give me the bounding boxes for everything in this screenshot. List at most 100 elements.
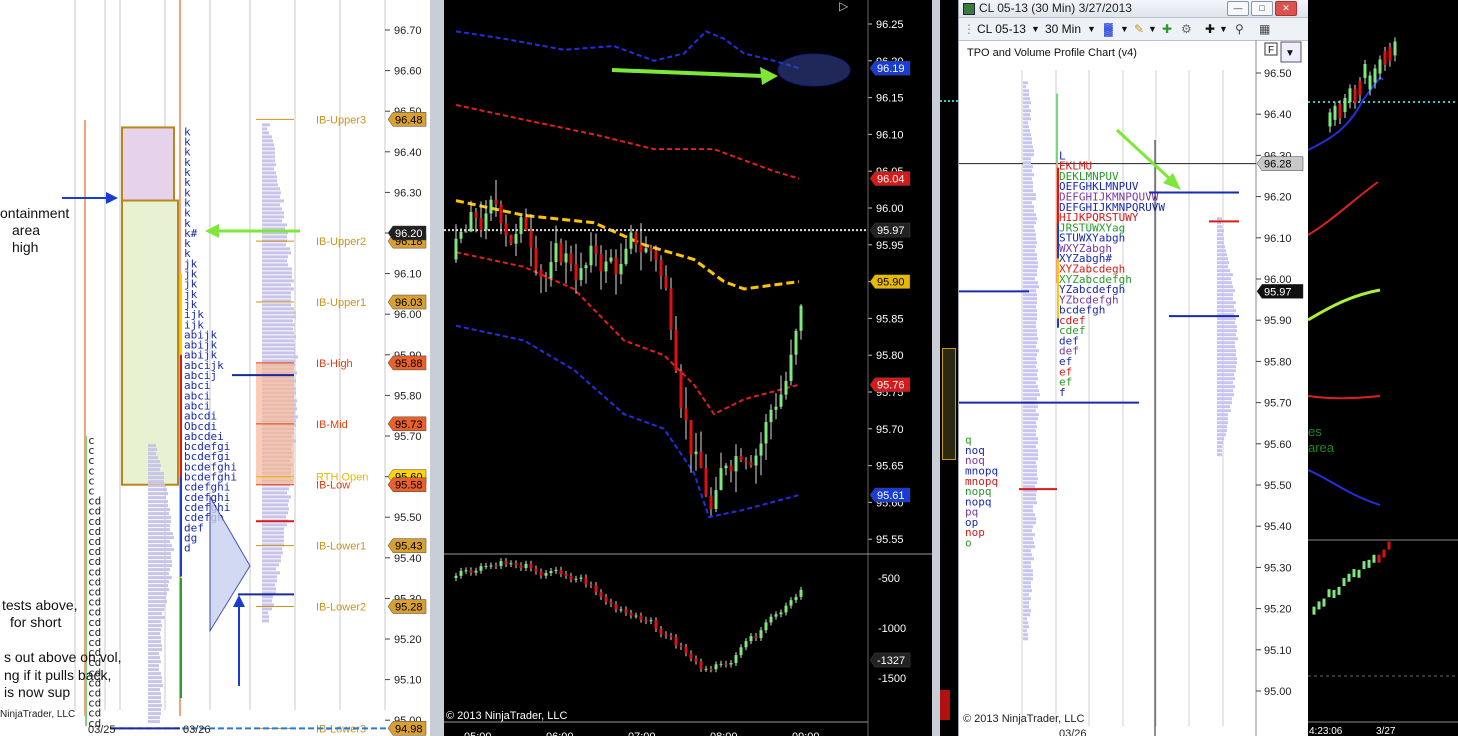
indicator-body bbox=[694, 658, 698, 662]
add-indicator-icon[interactable]: ✚ bbox=[1162, 18, 1172, 40]
volume-bar bbox=[1217, 373, 1234, 377]
volume-bar bbox=[1023, 213, 1036, 217]
tpo-volume-profile-chart[interactable]: TPO and Volume Profile Chart (v4) F ▼ 96.50… bbox=[959, 40, 1309, 736]
candle-body bbox=[594, 245, 598, 254]
volume-bar bbox=[1217, 321, 1235, 325]
indicator-body bbox=[1347, 573, 1351, 582]
volume-bar bbox=[1023, 545, 1035, 549]
right-chart-panel[interactable]: es area 4:23:06 3/27 bbox=[1308, 0, 1458, 736]
indicator-body bbox=[584, 577, 588, 585]
volume-bar bbox=[1023, 389, 1039, 393]
volume-bar bbox=[262, 515, 286, 519]
properties-icon[interactable]: ▦ bbox=[1259, 18, 1270, 40]
level-tag: 95.73 bbox=[395, 419, 423, 431]
volume-bar bbox=[148, 580, 169, 584]
volume-bar bbox=[148, 600, 167, 604]
window-title-bar[interactable]: CL 05-13 (30 Min) 3/27/2013 — □ ✕ bbox=[959, 0, 1309, 18]
volume-bar bbox=[1217, 249, 1226, 253]
minimize-button[interactable]: — bbox=[1227, 1, 1249, 16]
annotation-text: s out above on vol, bbox=[4, 649, 122, 665]
candle-body bbox=[584, 265, 588, 269]
volume-bar bbox=[1023, 217, 1037, 221]
interval-selector[interactable]: 30 Min bbox=[1045, 18, 1081, 40]
crosshair-icon[interactable]: ✚ bbox=[1205, 18, 1215, 40]
volume-bar bbox=[148, 576, 172, 580]
volume-bar bbox=[1023, 533, 1035, 537]
instrument-selector[interactable]: CL 05-13 bbox=[977, 18, 1026, 40]
left-tpo-chart[interactable]: 96.7096.6096.5096.4096.3096.2096.1096.00… bbox=[0, 0, 430, 736]
level-label-ib-low: IB-Low bbox=[316, 480, 350, 492]
candle-body bbox=[514, 233, 518, 244]
level-tag: 96.03 bbox=[395, 297, 423, 309]
price-tick-label: 95.70 bbox=[394, 431, 422, 443]
indicator-body bbox=[614, 604, 618, 610]
instrument-dropdown-icon[interactable]: ▼ bbox=[1031, 18, 1040, 40]
candle-body bbox=[629, 232, 633, 249]
maximize-button[interactable]: □ bbox=[1251, 1, 1273, 16]
volume-bar bbox=[262, 175, 277, 179]
crosshair-dropdown-icon[interactable]: ▼ bbox=[1219, 18, 1228, 40]
candle-body bbox=[469, 212, 473, 232]
price-tick-label: 96.60 bbox=[394, 66, 422, 78]
volume-bar bbox=[1023, 561, 1031, 565]
zoom-icon[interactable]: ⚲ bbox=[1235, 18, 1244, 40]
price-tick-label: 95.70 bbox=[876, 424, 904, 436]
volume-bar bbox=[1023, 249, 1035, 253]
level-label-ib-upper2: IB-Upper2 bbox=[316, 236, 366, 248]
price-tick-label: 95.80 bbox=[876, 350, 904, 362]
strategy-icon[interactable]: ⚙ bbox=[1181, 18, 1192, 40]
candle-body bbox=[484, 213, 488, 231]
panel-divider-left bbox=[430, 0, 444, 736]
indicator-body bbox=[764, 622, 768, 631]
volume-bar bbox=[148, 460, 160, 464]
tpo-window[interactable]: CL 05-13 (30 Min) 3/27/2013 — □ ✕ ⋮ CL 0… bbox=[958, 0, 1310, 736]
volume-bar bbox=[262, 123, 270, 127]
volume-bar bbox=[1023, 485, 1035, 489]
volume-bar bbox=[148, 636, 161, 640]
interval-dropdown-icon[interactable]: ▼ bbox=[1087, 18, 1096, 40]
volume-bar bbox=[1023, 297, 1037, 301]
candle-body bbox=[789, 354, 793, 381]
volume-bar bbox=[1023, 377, 1038, 381]
volume-bar bbox=[262, 335, 296, 339]
volume-bar bbox=[1023, 605, 1029, 609]
volume-bar bbox=[1217, 345, 1235, 349]
volume-bar bbox=[1023, 185, 1033, 189]
volume-bar bbox=[1217, 289, 1235, 293]
candle-body bbox=[574, 264, 578, 281]
level-tag: 95.88 bbox=[395, 358, 423, 370]
price-tick-label: 96.20 bbox=[1264, 192, 1292, 204]
band-line bbox=[1308, 181, 1379, 236]
volume-bar bbox=[148, 680, 162, 684]
candle-body bbox=[704, 467, 708, 496]
volume-bar bbox=[148, 472, 164, 476]
volume-bar bbox=[1217, 421, 1228, 425]
volume-bar bbox=[262, 527, 284, 531]
annotation-arrow-head bbox=[106, 192, 118, 204]
volume-bar bbox=[1023, 237, 1036, 241]
volume-bar bbox=[262, 267, 292, 271]
volume-bar bbox=[1023, 521, 1036, 525]
volume-bar bbox=[1023, 429, 1036, 433]
chart-style-icon[interactable]: ▓ bbox=[1104, 18, 1113, 40]
middle-price-chart[interactable]: 96.2596.2096.1596.1096.0596.0095.9595.90… bbox=[444, 0, 932, 736]
volume-bar bbox=[1217, 241, 1224, 245]
volume-bar bbox=[1217, 369, 1236, 373]
left-chart-panel[interactable]: 96.7096.6096.5096.4096.3096.2096.1096.00… bbox=[0, 0, 430, 736]
price-tick-label: 95.85 bbox=[876, 313, 904, 325]
pencil-icon[interactable]: ✎ bbox=[1134, 18, 1144, 40]
candle-body bbox=[734, 456, 738, 472]
right-price-chart[interactable]: esarea 4:23:06 3/27 bbox=[1308, 0, 1458, 736]
draw-dropdown-icon[interactable]: ▼ bbox=[1148, 18, 1157, 40]
volume-bar bbox=[1023, 341, 1037, 345]
price-tick-label: 96.70 bbox=[394, 25, 422, 37]
volume-bar bbox=[262, 307, 294, 311]
volume-bar bbox=[1023, 569, 1033, 573]
volume-bar bbox=[1217, 425, 1227, 429]
close-button[interactable]: ✕ bbox=[1275, 1, 1297, 16]
middle-chart-panel[interactable]: 96.2596.2096.1596.1096.0596.0095.9595.90… bbox=[444, 0, 932, 736]
indicator-body bbox=[674, 637, 678, 646]
volume-bar bbox=[148, 716, 160, 720]
volume-bar bbox=[262, 315, 296, 319]
chart-style-dropdown-icon[interactable]: ▼ bbox=[1120, 18, 1129, 40]
